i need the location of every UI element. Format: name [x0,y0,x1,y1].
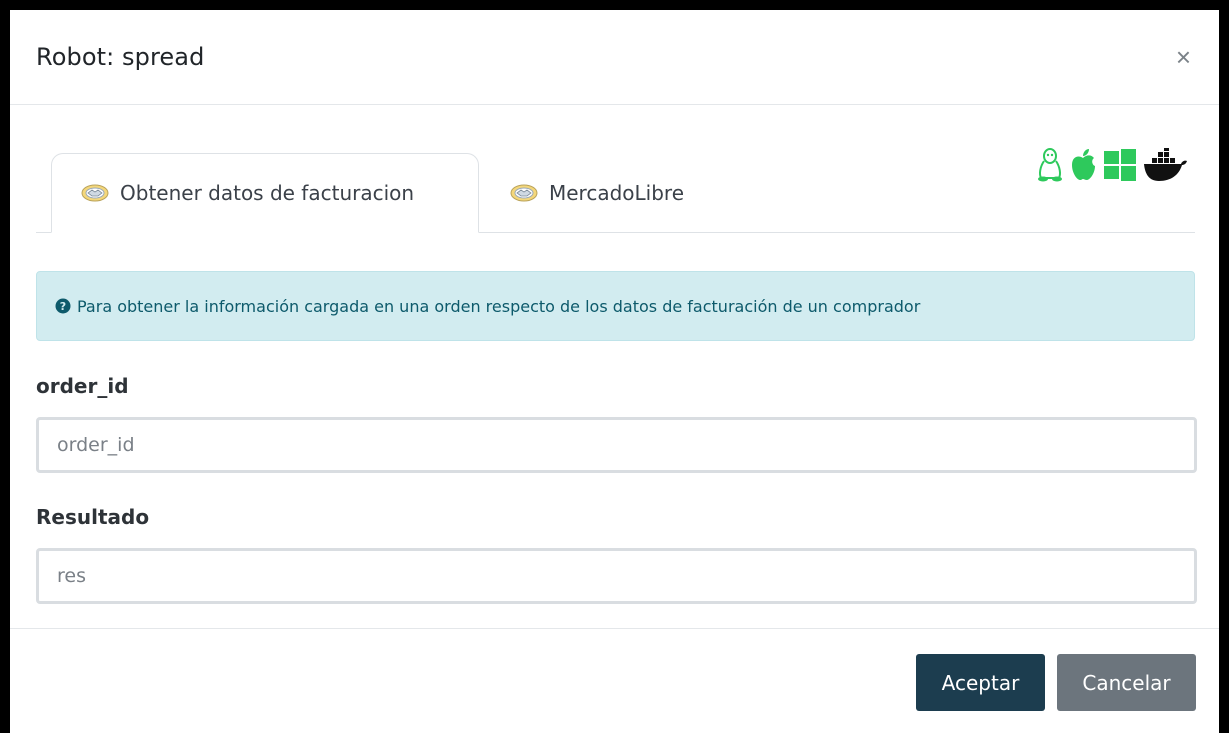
docker-icon [1143,147,1187,186]
order-id-input[interactable] [36,417,1197,473]
tab-obtener-datos-facturacion[interactable]: Obtener datos de facturacion [51,153,479,233]
handshake-icon [509,183,539,203]
result-label: Resultado [36,505,150,529]
modal-footer: Aceptar Cancelar [10,628,1219,733]
tab-mercadolibre[interactable]: MercadoLibre [479,153,714,233]
windows-icon [1103,149,1137,185]
robot-modal: Robot: spread × Obtener datos de factura… [10,10,1219,733]
handshake-icon [80,183,110,203]
modal-title: Robot: spread [36,43,205,71]
info-alert: ? Para obtener la información cargada en… [36,271,1195,341]
close-button[interactable]: × [1172,44,1195,70]
svg-text:?: ? [60,300,66,313]
accept-button[interactable]: Aceptar [916,654,1045,711]
cancel-button[interactable]: Cancelar [1057,654,1196,711]
order-id-label: order_id [36,374,129,398]
tab-bar: Obtener datos de facturacion MercadoLibr… [36,127,1195,233]
linux-icon [1037,147,1063,187]
apple-icon [1069,148,1097,186]
os-icons [1037,147,1187,187]
info-text: Para obtener la información cargada en u… [77,296,921,316]
modal-header: Robot: spread × [10,10,1219,105]
modal-body: Obtener datos de facturacion MercadoLibr… [10,105,1219,604]
tab-label: Obtener datos de facturacion [120,181,415,205]
question-circle-icon: ? [55,298,71,314]
tab-label: MercadoLibre [549,181,685,205]
result-input[interactable] [36,548,1197,604]
